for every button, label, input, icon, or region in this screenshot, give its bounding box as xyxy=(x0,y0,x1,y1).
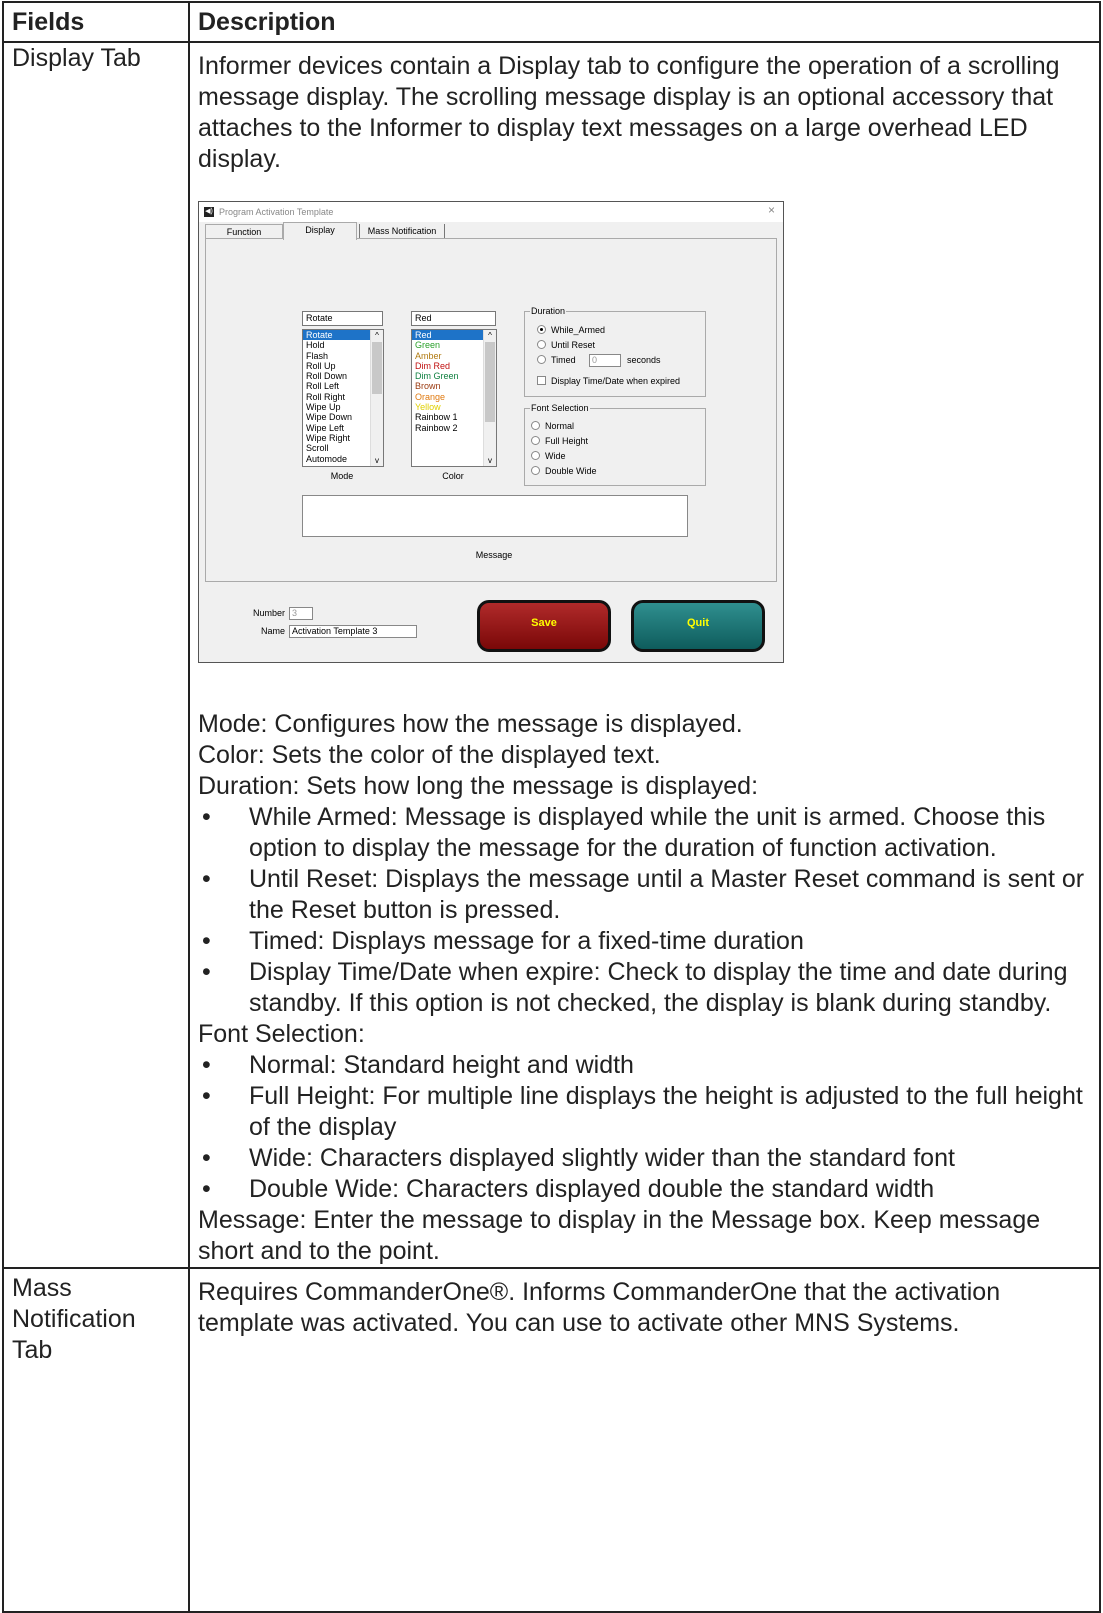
number-label: Number xyxy=(252,608,285,618)
duration-group: Duration While_Armed Until Reset Timed 0… xyxy=(524,306,706,397)
tab-function[interactable]: Function xyxy=(205,224,283,239)
color-caption: Color xyxy=(442,471,464,481)
table-header-row: Fields Description xyxy=(2,1,1101,43)
save-button[interactable]: Save xyxy=(477,600,611,652)
radio-wide[interactable]: Wide xyxy=(531,451,566,462)
description-mass-notification-tab: Requires CommanderOne®. Informs Commande… xyxy=(188,1267,1101,1613)
message-input[interactable] xyxy=(302,495,688,537)
scroll-up-icon[interactable]: ^ xyxy=(371,330,383,341)
mode-caption: Mode xyxy=(330,471,354,481)
list-item: • Double Wide: Characters displayed doubl… xyxy=(202,1175,935,1203)
intro-text: Informer devices contain a Display tab t… xyxy=(198,52,1060,173)
name-input[interactable]: Activation Template 3 xyxy=(289,625,417,638)
font-selection-text: Font Selection: xyxy=(198,1020,365,1048)
list-item: • Wide: Characters displayed slightly wid… xyxy=(202,1144,955,1172)
scroll-thumb[interactable] xyxy=(372,342,382,394)
tab-display[interactable]: Display xyxy=(283,222,357,240)
quit-button[interactable]: Quit xyxy=(631,600,765,652)
header-fields: Fields xyxy=(2,1,190,43)
list-item: • While Armed: Message is displayed while… xyxy=(202,803,1046,862)
list-item: • Timed: Displays message for a fixed-tim… xyxy=(202,927,804,955)
color-scrollbar[interactable]: ^ v xyxy=(483,330,496,466)
message-caption: Message xyxy=(475,550,513,560)
radio-normal[interactable]: Normal xyxy=(531,421,574,432)
dialog-screenshot: ◀) Program Activation Template × Functio… xyxy=(198,201,784,663)
speaker-icon: ◀) xyxy=(204,207,214,217)
mode-list[interactable]: Rotate Hold Flash Roll Up Roll Down Roll Left… xyxy=(302,329,384,467)
radio-while-armed[interactable]: While_Armed xyxy=(537,325,605,336)
radio-full-height[interactable]: Full Height xyxy=(531,436,588,447)
fields-table: Fields Description Display Tab Informer … xyxy=(2,1,1101,1613)
list-item: • Normal: Standard height and width xyxy=(202,1051,634,1079)
scroll-down-icon[interactable]: v xyxy=(371,455,383,466)
header-description: Description xyxy=(188,1,1101,43)
radio-until-reset[interactable]: Until Reset xyxy=(537,340,595,351)
font-selection-legend: Font Selection xyxy=(530,403,590,414)
name-label: Name xyxy=(260,626,285,636)
list-item: • Display Time/Date when expire: Check to… xyxy=(202,958,1068,1017)
message-text: Message: Enter the message to display in… xyxy=(198,1206,1041,1265)
scroll-up-icon[interactable]: ^ xyxy=(484,330,496,341)
color-list[interactable]: Red Green Amber Dim Red Dim Green Brown Orange… xyxy=(411,329,497,467)
scroll-down-icon[interactable]: v xyxy=(484,455,496,466)
number-input[interactable]: 3 xyxy=(289,607,313,620)
table-row: Display Tab Informer devices contain a D… xyxy=(2,41,1101,1269)
display-panel: Rotate Rotate Hold Flash Roll Up Roll Down Ro… xyxy=(205,238,777,582)
color-combo[interactable]: Red xyxy=(411,311,496,326)
seconds-label: seconds xyxy=(627,355,661,365)
table-row: Mass Notification Tab Requires Commander… xyxy=(2,1267,1101,1613)
mode-combo[interactable]: Rotate xyxy=(302,311,383,326)
mode-scrollbar[interactable]: ^ v xyxy=(370,330,383,466)
font-selection-group: Font Selection Normal Full Height Wide D… xyxy=(524,403,706,486)
field-mass-notification-tab: Mass Notification Tab xyxy=(2,1267,190,1613)
duration-text: Duration: Sets how long the message is d… xyxy=(198,772,759,800)
field-display-tab: Display Tab xyxy=(2,41,190,1269)
tab-mass-notification[interactable]: Mass Notification xyxy=(359,224,445,238)
radio-timed[interactable]: Timed xyxy=(537,355,576,366)
close-icon[interactable]: × xyxy=(768,204,775,216)
mode-text: Mode: Configures how the message is disp… xyxy=(198,710,743,738)
duration-legend: Duration xyxy=(530,306,567,317)
dialog-title: Program Activation Template xyxy=(219,207,334,217)
checkbox-display-time-date[interactable]: Display Time/Date when expired xyxy=(537,376,680,387)
timed-seconds-input[interactable]: 0 xyxy=(589,354,621,367)
description-display-tab: Informer devices contain a Display tab t… xyxy=(188,41,1101,1269)
color-text: Color: Sets the color of the displayed t… xyxy=(198,741,661,769)
scroll-thumb[interactable] xyxy=(485,342,495,422)
list-item: • Until Reset: Displays the message until… xyxy=(202,865,1085,924)
radio-double-wide[interactable]: Double Wide xyxy=(531,466,597,477)
dialog-titlebar: ◀) Program Activation Template × xyxy=(199,202,783,222)
list-item: • Full Height: For multiple line displays… xyxy=(202,1082,1083,1141)
